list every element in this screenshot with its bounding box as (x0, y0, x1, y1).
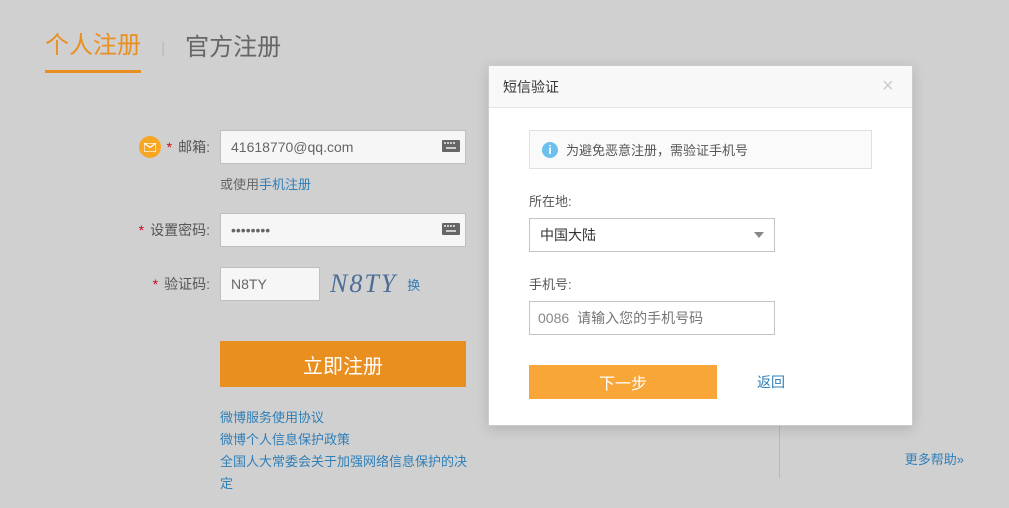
email-input[interactable] (220, 130, 466, 164)
password-label: 设置密码: (150, 220, 210, 240)
mail-icon (139, 136, 161, 158)
sms-verify-modal: 短信验证 × i 为避免恶意注册，需验证手机号 所在地: 中国大陆 手机号: 0… (488, 65, 913, 426)
tab-personal-register[interactable]: 个人注册 (45, 25, 141, 73)
captcha-refresh-link[interactable]: 换 (407, 275, 420, 294)
captcha-label: 验证码: (164, 274, 210, 294)
modal-title: 短信验证 (503, 77, 559, 97)
location-label: 所在地: (529, 191, 872, 210)
tab-official-register[interactable]: 官方注册 (185, 27, 281, 72)
back-link[interactable]: 返回 (757, 372, 785, 392)
captcha-input[interactable] (220, 267, 320, 301)
keyboard-icon[interactable] (442, 140, 460, 154)
keyboard-icon[interactable] (442, 223, 460, 237)
info-icon: i (542, 142, 558, 158)
info-banner: i 为避免恶意注册，需验证手机号 (529, 130, 872, 169)
password-input[interactable] (220, 213, 466, 247)
phone-label: 手机号: (529, 274, 872, 293)
required-mark: * (139, 222, 144, 238)
phone-input[interactable] (577, 302, 774, 334)
tos-link[interactable]: 微博服务使用协议 (220, 407, 475, 429)
npc-decision-link[interactable]: 全国人大常委会关于加强网络信息保护的决定 (220, 451, 475, 495)
required-mark: * (167, 139, 172, 155)
next-button[interactable]: 下一步 (529, 365, 717, 399)
tab-separator: | (161, 40, 165, 58)
phone-register-link[interactable]: 手机注册 (259, 177, 311, 192)
location-select[interactable]: 中国大陆 (529, 218, 775, 252)
email-label: 邮箱: (178, 137, 210, 157)
required-mark: * (153, 276, 158, 292)
close-icon[interactable]: × (882, 79, 898, 95)
privacy-link[interactable]: 微博个人信息保护政策 (220, 429, 475, 451)
email-alt-prefix: 或使用 (220, 177, 259, 192)
phone-prefix: 0086 (530, 310, 577, 326)
more-help-link[interactable]: 更多帮助» (905, 449, 964, 468)
info-text: 为避免恶意注册，需验证手机号 (566, 140, 748, 159)
captcha-image: N8TY (330, 269, 397, 299)
register-button[interactable]: 立即注册 (220, 341, 466, 387)
